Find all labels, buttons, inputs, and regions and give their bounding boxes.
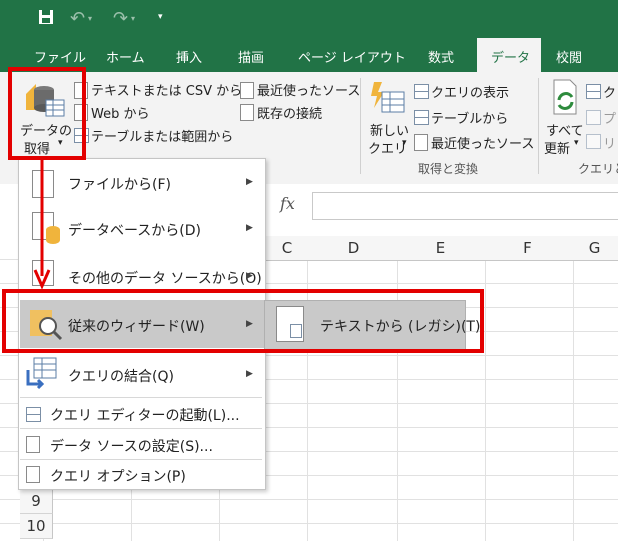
recent-sources-button[interactable]: 最近使ったソース: [257, 80, 360, 99]
edit-links-icon: [586, 134, 601, 149]
redo-icon[interactable]: ↷: [113, 8, 128, 29]
properties-icon: [586, 110, 601, 125]
formula-input[interactable]: [312, 192, 618, 220]
tab-home[interactable]: ホーム: [106, 47, 145, 66]
query-editor-icon: [26, 407, 41, 422]
save-icon[interactable]: [38, 9, 54, 29]
queries-connections-button[interactable]: ク: [603, 82, 616, 101]
menu-separator: [20, 459, 262, 460]
from-table-range-button[interactable]: テーブルまたは範囲から: [91, 126, 233, 145]
menu-item-data-source-settings[interactable]: データ ソースの設定(S)...: [50, 436, 294, 456]
submenu-arrow-icon: ▶: [246, 271, 253, 281]
row-header-10[interactable]: 10: [20, 514, 53, 539]
column-header-f[interactable]: F: [484, 236, 572, 261]
new-query-arrow-icon[interactable]: ▾: [402, 138, 407, 148]
menu-item-combine-queries[interactable]: クエリの結合(Q): [68, 366, 312, 386]
refresh-all-arrow-icon[interactable]: ▾: [574, 138, 579, 148]
recent-sources-2-icon: [414, 134, 428, 151]
undo-dropdown-icon[interactable]: ▾: [88, 14, 92, 23]
show-queries-icon: [414, 84, 429, 99]
group-label-queries: クエリと: [578, 162, 618, 176]
row-header-9[interactable]: 9: [20, 489, 53, 514]
tab-data[interactable]: データ: [477, 38, 541, 74]
redo-dropdown-icon[interactable]: ▾: [131, 14, 135, 23]
menu-item-query-options[interactable]: クエリ オプション(P): [50, 466, 294, 486]
show-queries-button[interactable]: クエリの表示: [431, 82, 509, 101]
highlight-get-data-button: [8, 67, 86, 160]
from-table-icon: [414, 110, 429, 125]
menu-item-from-other-sources[interactable]: その他のデータ ソースから(O): [68, 268, 312, 288]
new-query-label-1[interactable]: 新しい: [370, 120, 409, 139]
menu-item-from-file[interactable]: ファイルから(F): [68, 174, 312, 194]
existing-connections-button[interactable]: 既存の接続: [257, 103, 322, 122]
tab-page-layout[interactable]: ページ レイアウト: [298, 47, 406, 66]
submenu-arrow-icon: ▶: [246, 223, 253, 233]
submenu-arrow-icon: ▶: [246, 177, 253, 187]
menu-separator: [20, 428, 262, 429]
tab-formulas[interactable]: 数式: [428, 47, 454, 66]
combine-queries-icon: [26, 356, 60, 390]
existing-connections-icon: [240, 104, 254, 121]
menu-item-launch-query-editor[interactable]: クエリ エディターの起動(L)...: [50, 405, 294, 425]
edit-links-button[interactable]: リ: [603, 133, 616, 152]
tab-review[interactable]: 校閲: [556, 47, 582, 66]
refresh-all-label-1[interactable]: すべて: [546, 120, 584, 139]
recent-sources-2-button[interactable]: 最近使ったソース: [431, 133, 534, 152]
from-web-button[interactable]: Web から: [91, 103, 149, 122]
title-bar: ↶ ▾ ↷ ▾ ▾: [0, 0, 618, 38]
column-header-e[interactable]: E: [397, 236, 485, 261]
refresh-icon: [548, 78, 582, 118]
red-arrow-icon: [33, 158, 51, 290]
insert-function-icon[interactable]: fx: [280, 194, 295, 213]
data-source-settings-icon: [26, 436, 40, 453]
menu-separator: [20, 397, 262, 398]
from-table-button[interactable]: テーブルから: [431, 108, 508, 127]
query-options-icon: [26, 466, 40, 483]
tab-draw[interactable]: 描画: [238, 47, 264, 66]
column-header-d[interactable]: D: [310, 236, 398, 261]
new-query-icon: [368, 78, 408, 118]
menu-item-from-database[interactable]: データベースから(D): [68, 220, 312, 240]
refresh-all-label-2[interactable]: 更新: [544, 138, 570, 157]
group-label-get-transform: 取得と変換: [418, 162, 479, 176]
customize-icon[interactable]: ▾: [158, 12, 163, 22]
column-header-g[interactable]: G: [571, 236, 618, 261]
queries-connections-icon: [586, 84, 601, 99]
undo-icon[interactable]: ↶: [70, 8, 85, 29]
ribbon-separator: [538, 78, 539, 174]
properties-button[interactable]: プ: [603, 108, 616, 127]
tab-insert[interactable]: 挿入: [176, 47, 202, 66]
tab-file[interactable]: ファイル: [34, 47, 86, 66]
highlight-legacy-wizard-row: [2, 289, 484, 353]
recent-sources-icon: [240, 82, 254, 99]
submenu-arrow-icon: ▶: [246, 369, 253, 379]
ribbon-separator: [360, 78, 361, 174]
from-text-csv-button[interactable]: テキストまたは CSV から: [91, 80, 242, 99]
